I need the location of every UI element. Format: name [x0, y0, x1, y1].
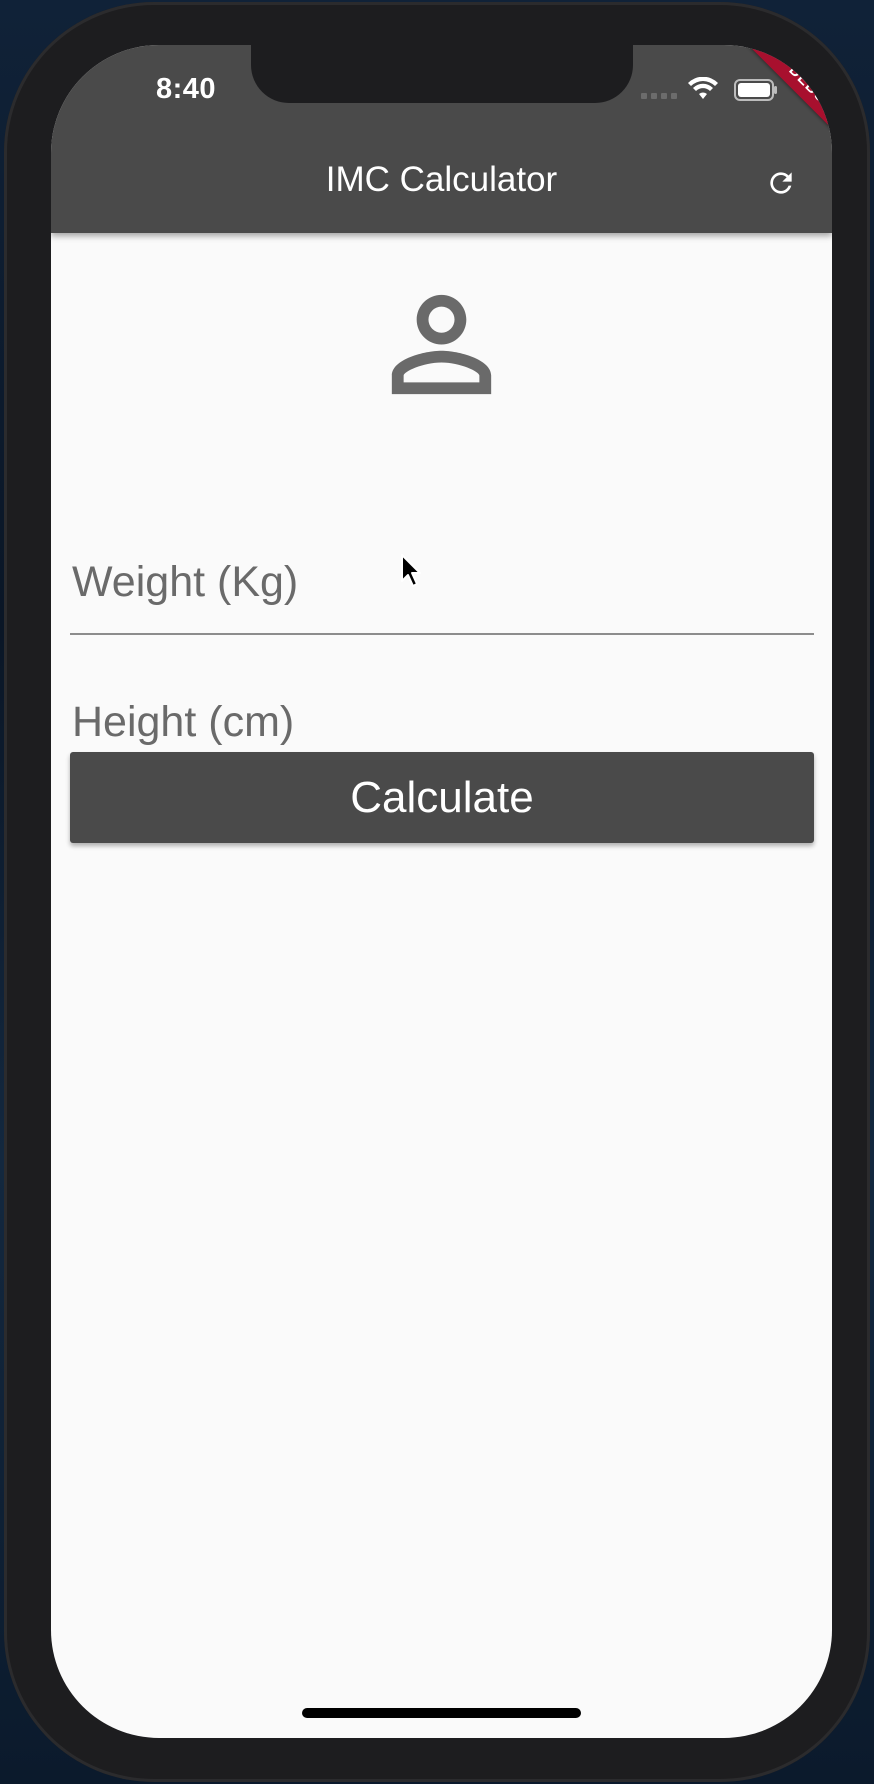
- app-screen: 8:40 DEBUG IMC Calculator Weight (Kg) He…: [51, 45, 832, 1738]
- refresh-icon: [770, 172, 792, 194]
- debug-label: DEBUG: [745, 45, 832, 155]
- home-indicator[interactable]: [302, 1708, 581, 1718]
- notch: [251, 45, 633, 103]
- calculate-button[interactable]: Calculate: [70, 752, 814, 843]
- weight-input[interactable]: [70, 533, 814, 631]
- phone-frame: 8:40 DEBUG IMC Calculator Weight (Kg) He…: [4, 2, 870, 1782]
- weight-field[interactable]: [70, 533, 814, 635]
- app-title: IMC Calculator: [325, 160, 558, 199]
- refresh-button[interactable]: [759, 161, 803, 205]
- debug-banner: DEBUG: [722, 45, 832, 155]
- wifi-icon: [688, 77, 718, 99]
- status-time: 8:40: [155, 73, 217, 105]
- cellular-signal-icon: [641, 93, 677, 99]
- app-bar: 8:40 DEBUG IMC Calculator: [51, 45, 832, 233]
- mouse-cursor-icon: [401, 554, 421, 587]
- person-outline-icon: [391, 294, 492, 395]
